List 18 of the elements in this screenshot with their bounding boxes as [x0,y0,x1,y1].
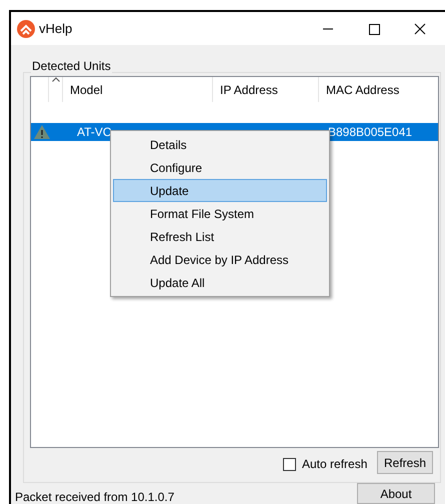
warning-icon [33,124,51,140]
menu-item[interactable]: Refresh List [113,225,327,248]
column-header[interactable]: Model [70,80,103,98]
menu-item[interactable]: Add Device by IP Address [113,248,327,271]
menu-item[interactable]: Format File System [113,202,327,225]
auto-refresh-checkbox[interactable] [283,458,296,470]
status-text: Packet received from 10.1.0.7 [15,489,174,504]
menu-item[interactable]: Details [113,133,327,156]
column-header[interactable]: MAC Address [326,80,400,98]
window-title: vHelp [39,20,72,38]
about-button[interactable]: About [357,483,435,504]
refresh-button[interactable]: Refresh [377,451,433,474]
auto-refresh-label: Auto refresh [302,456,368,473]
menu-item[interactable]: Update [113,179,327,202]
menu-item[interactable]: Update All [113,271,327,294]
column-header[interactable]: IP Address [220,80,278,98]
menu-item[interactable]: Configure [113,156,327,179]
app-logo-icon [17,20,35,38]
